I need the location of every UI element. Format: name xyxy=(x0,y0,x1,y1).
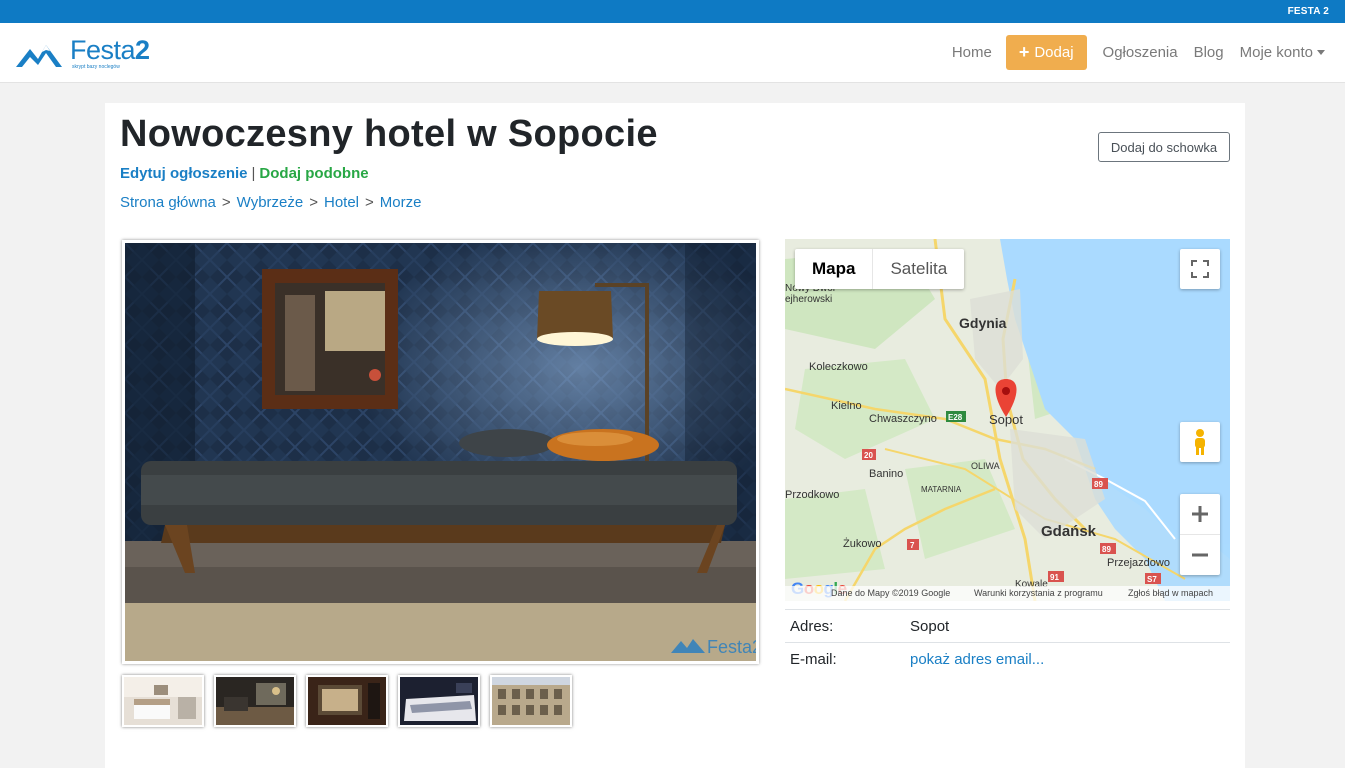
info-row-email: E-mail: pokaż adres email... xyxy=(785,642,1230,675)
map-label-chwaszczyno: Chwaszczyno xyxy=(869,413,937,425)
road-badge: 89 xyxy=(1102,545,1111,554)
location-map[interactable]: E28 20 7 89 89 91 S7 Gdynia Sopot Gdańsk… xyxy=(785,239,1230,601)
logo-text: Festa2 xyxy=(70,35,150,65)
site-logo[interactable]: Festa2 skrypt bazy noclegów xyxy=(16,35,151,73)
breadcrumb-type[interactable]: Hotel xyxy=(324,194,359,211)
main-photo[interactable]: Festa2 xyxy=(122,240,759,664)
map-report-link[interactable]: Zgłoś błąd w mapach xyxy=(1128,588,1213,598)
map-label-przodkowo: Przodkowo xyxy=(785,489,839,501)
listing-info-table: Adres: Sopot E-mail: pokaż adres email..… xyxy=(785,609,1230,675)
mountains-icon xyxy=(16,45,62,67)
add-similar-link[interactable]: Dodaj podobne xyxy=(259,165,368,182)
road-badge: 7 xyxy=(910,541,915,550)
zoom-out-button[interactable] xyxy=(1180,535,1220,575)
map-label-przejazdowo: Przejazdowo xyxy=(1107,557,1170,569)
map-terms-link[interactable]: Warunki korzystania z programu xyxy=(974,588,1103,598)
edit-actions: Edytuj ogłoszenie | Dodaj podobne xyxy=(120,165,369,182)
map-label-zukowo: Żukowo xyxy=(843,537,882,550)
road-badge: 89 xyxy=(1094,480,1103,489)
plus-icon: + xyxy=(1018,42,1030,62)
map-label-banino: Banino xyxy=(869,468,903,480)
road-badge: E28 xyxy=(948,413,963,422)
address-label: Adres: xyxy=(790,617,834,635)
map-label-gdynia: Gdynia xyxy=(959,315,1007,331)
page-title: Nowoczesny hotel w Sopocie xyxy=(120,113,658,155)
logo-tagline: skrypt bazy noclegów xyxy=(72,64,120,70)
fullscreen-icon xyxy=(1191,260,1209,278)
breadcrumb: Strona główna > Wybrzeże > Hotel > Morze xyxy=(120,194,422,211)
map-type-map-button[interactable]: Mapa xyxy=(795,249,872,289)
minus-icon xyxy=(1192,553,1208,556)
fullscreen-button[interactable] xyxy=(1180,249,1220,289)
breadcrumb-tag[interactable]: Morze xyxy=(380,194,422,211)
map-label-koleczkowo: Koleczkowo xyxy=(809,361,868,373)
map-label-kielno: Kielno xyxy=(831,400,862,412)
navbar: Festa2 skrypt bazy noclegów Home + Dodaj… xyxy=(0,23,1345,83)
nav-links: Home + Dodaj Ogłoszenia Blog Moje konto xyxy=(936,33,1325,71)
address-value: Sopot xyxy=(910,617,950,635)
nav-account-dropdown[interactable]: Moje konto xyxy=(1240,44,1325,61)
breadcrumb-region[interactable]: Wybrzeże xyxy=(237,194,304,211)
breadcrumb-home[interactable]: Strona główna xyxy=(120,194,216,211)
map-canvas[interactable]: E28 20 7 89 89 91 S7 Gdynia Sopot Gdańsk… xyxy=(785,239,1230,601)
info-row-address: Adres: Sopot xyxy=(785,609,1230,642)
caret-down-icon xyxy=(1317,50,1325,56)
map-label-matarnia: MATARNIA xyxy=(921,485,962,494)
map-label-wejherowski: ejherowski xyxy=(785,294,832,305)
zoom-in-button[interactable] xyxy=(1180,495,1220,535)
nav-account-label: Moje konto xyxy=(1239,43,1313,61)
email-label: E-mail: xyxy=(790,650,837,668)
add-to-clipboard-button[interactable]: Dodaj do schowka xyxy=(1098,132,1230,162)
listing-card: Nowoczesny hotel w Sopocie Dodaj do scho… xyxy=(105,103,1245,768)
thumbnail-2[interactable] xyxy=(214,675,296,727)
thumbnail-strip xyxy=(122,675,572,727)
zoom-controls xyxy=(1180,494,1220,575)
map-type-satellite-button[interactable]: Satelita xyxy=(872,249,964,289)
thumbnail-1[interactable] xyxy=(122,675,204,727)
street-view-button[interactable] xyxy=(1180,422,1220,462)
nav-home[interactable]: Home xyxy=(952,44,992,61)
map-label-gdansk: Gdańsk xyxy=(1041,523,1097,540)
top-bar: FESTA 2 xyxy=(0,0,1345,23)
nav-listings[interactable]: Ogłoszenia xyxy=(1103,44,1178,61)
plus-icon xyxy=(1192,506,1208,522)
nav-blog[interactable]: Blog xyxy=(1194,44,1224,61)
nav-add-button[interactable]: + Dodaj xyxy=(1005,34,1087,70)
show-email-link[interactable]: pokaż adres email... xyxy=(910,651,1044,668)
map-label-sopot: Sopot xyxy=(989,412,1023,427)
edit-listing-link[interactable]: Edytuj ogłoszenie xyxy=(120,165,248,182)
map-data-attribution: Dane do Mapy ©2019 Google xyxy=(831,588,951,598)
photo-watermark: Festa2 xyxy=(707,637,756,657)
map-type-switch: Mapa Satelita xyxy=(795,249,965,289)
top-brand-label: FESTA 2 xyxy=(1287,6,1329,17)
pegman-icon xyxy=(1195,429,1205,455)
separator: | xyxy=(251,165,256,182)
thumbnail-5[interactable] xyxy=(490,675,572,727)
road-badge: 91 xyxy=(1050,573,1059,582)
map-footer: Dane do Mapy ©2019 Google Warunki korzys… xyxy=(785,586,1230,601)
road-badge: 20 xyxy=(864,451,873,460)
road-badge: S7 xyxy=(1147,575,1157,584)
thumbnail-4[interactable] xyxy=(398,675,480,727)
thumbnail-3[interactable] xyxy=(306,675,388,727)
map-label-oliwa: OLIWA xyxy=(971,461,1000,471)
nav-add-label: Dodaj xyxy=(1034,43,1074,61)
